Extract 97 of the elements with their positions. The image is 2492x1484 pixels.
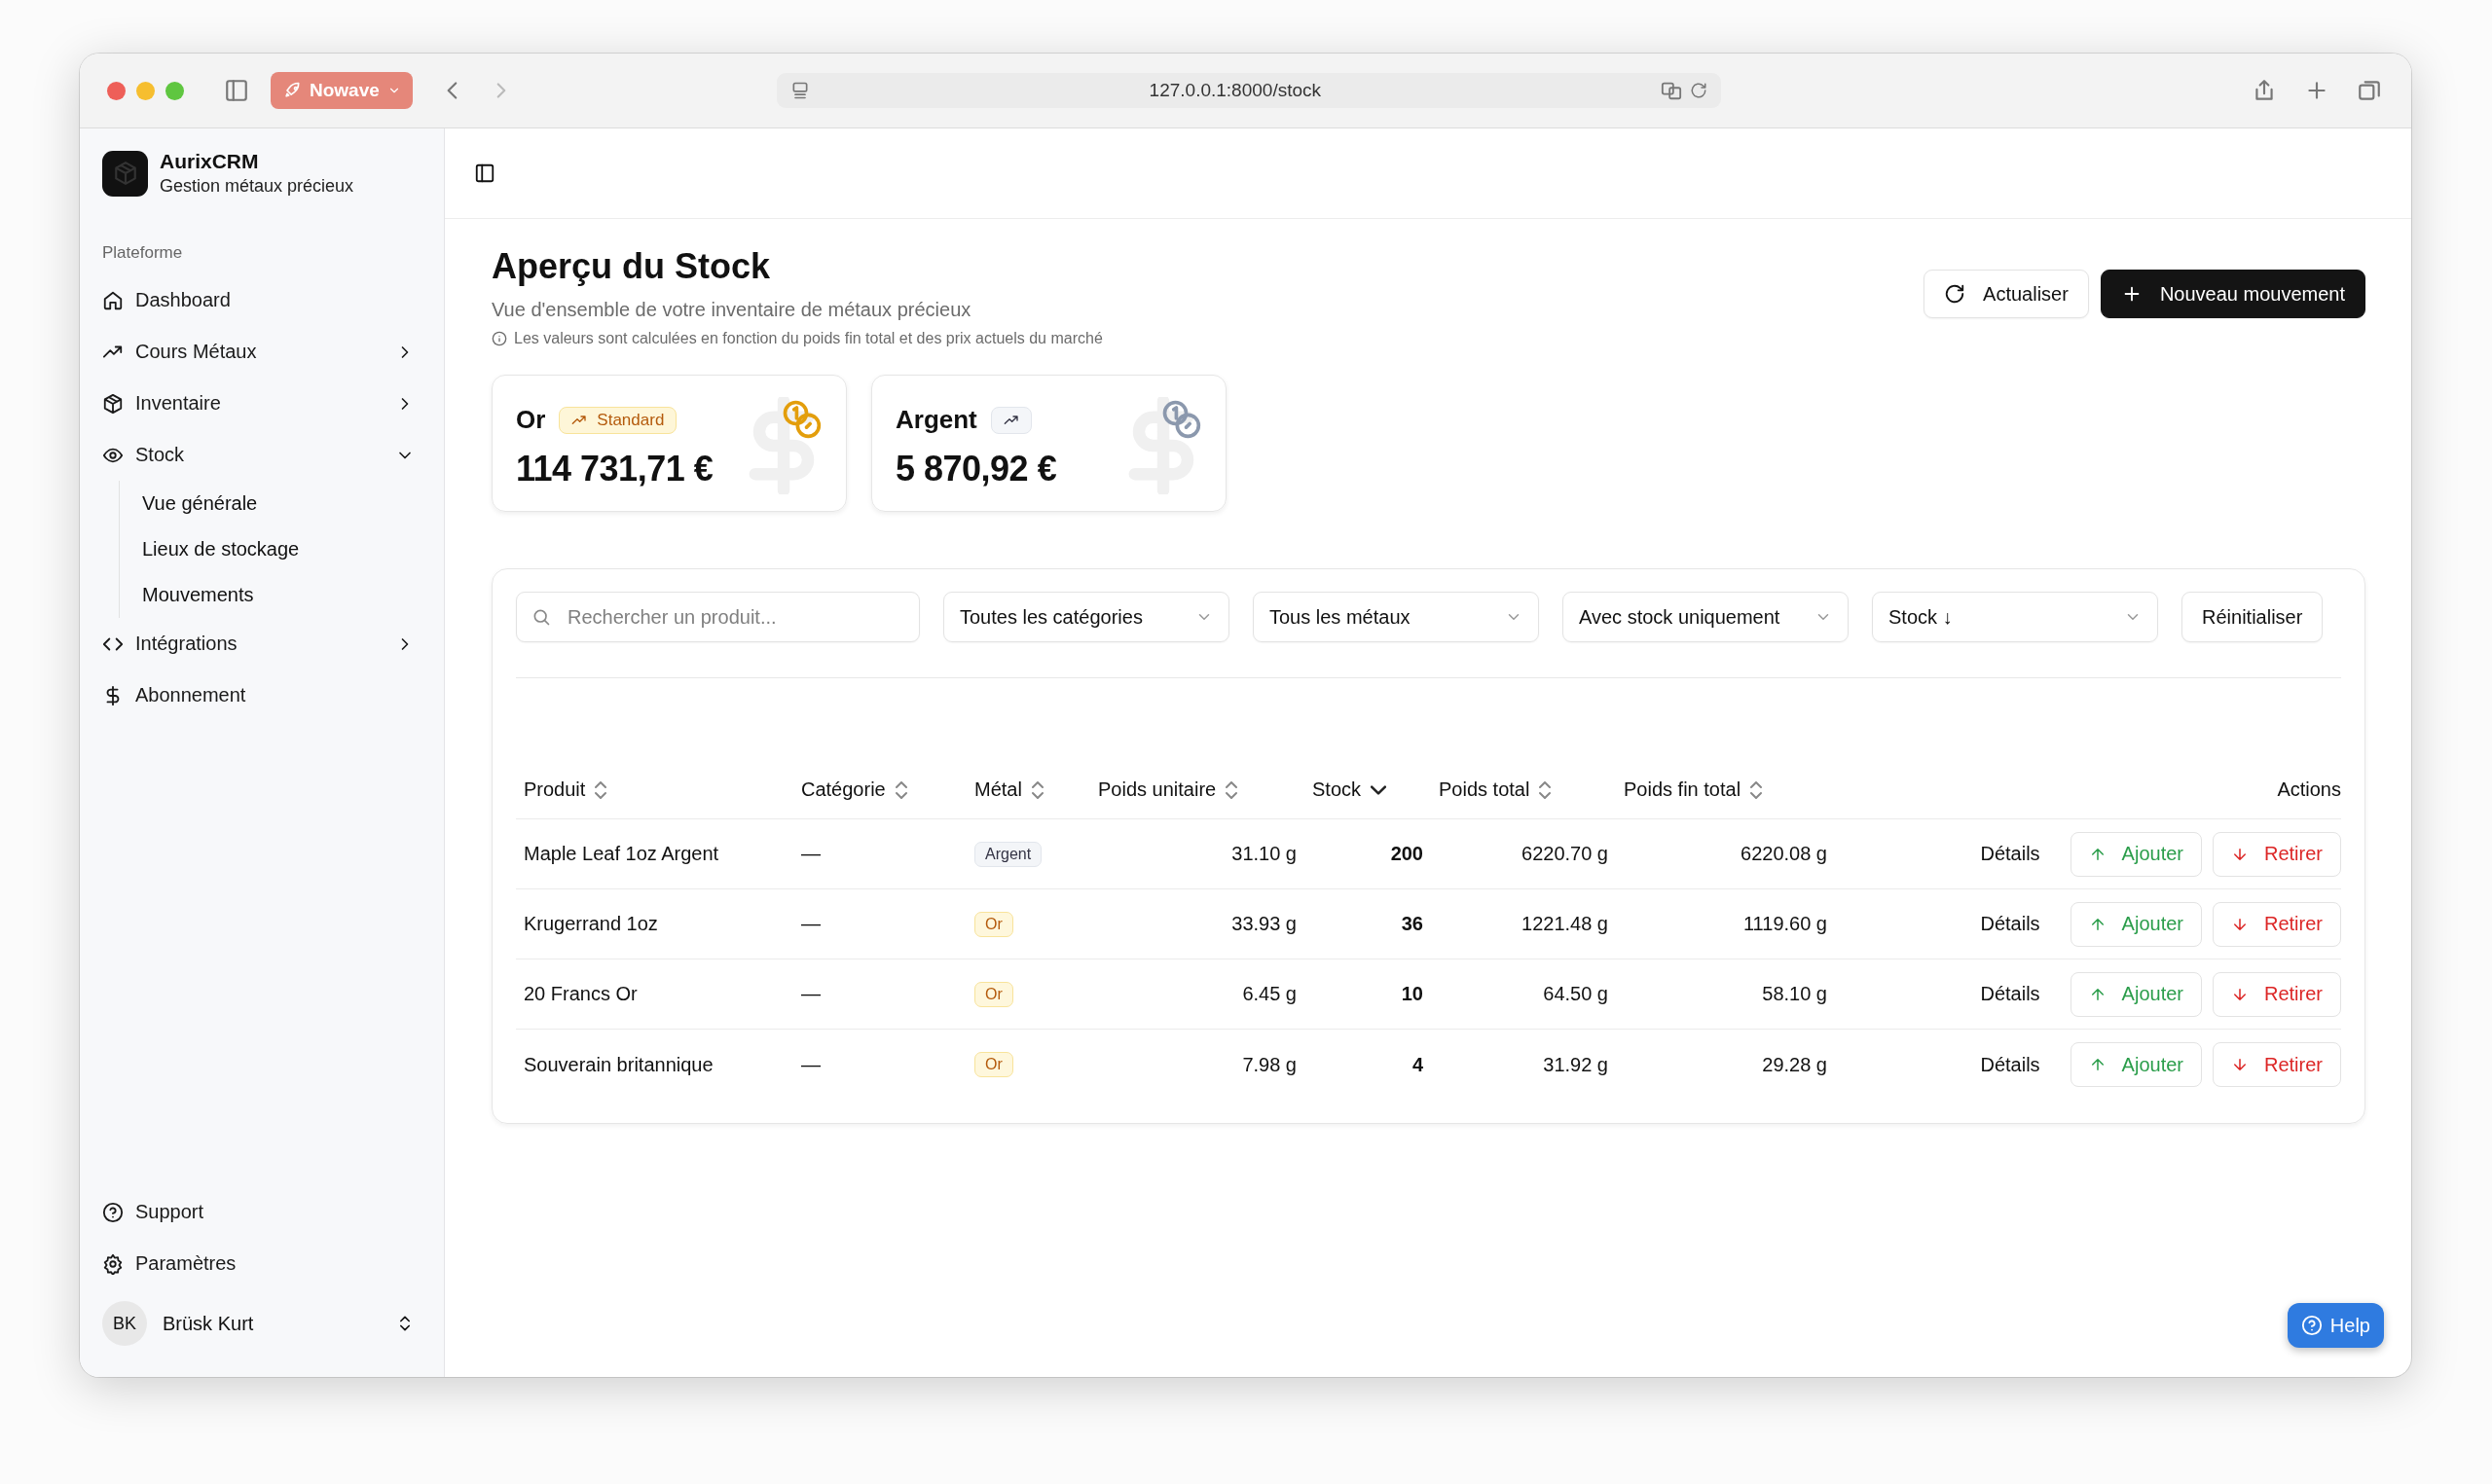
unit-weight-cell-text: 33.93 g (1230, 913, 1298, 935)
remove-button[interactable]: Retirer (2213, 831, 2341, 877)
column-header: Actions (2277, 778, 2341, 801)
rocket-icon (282, 81, 302, 100)
column-header[interactable]: Poids fin total (1624, 778, 1741, 801)
unit-weight-cell-text: 6.45 g (1241, 983, 1298, 1005)
translate-icon (1660, 80, 1682, 101)
sidebar-item[interactable]: Intégrations (102, 618, 428, 670)
details-button[interactable]: Détails (1964, 913, 2056, 935)
metal-name: Or (516, 405, 546, 435)
sidebar-subitem[interactable]: Lieux de stockage (142, 526, 428, 572)
sidebar-item[interactable]: Paramètres (102, 1238, 428, 1289)
unit-weight-cell-text: 31.10 g (1230, 843, 1298, 865)
stock-cell-text: 36 (1400, 913, 1424, 935)
fine-weight-cell-text: 6220.08 g (1740, 843, 1828, 865)
sidebar-toggle-icon (224, 78, 249, 103)
column-header[interactable]: Métal (974, 778, 1022, 801)
search-icon (531, 607, 551, 627)
stock-cell-text: 200 (1389, 843, 1424, 865)
sidebar-item[interactable]: Inventaire (102, 378, 428, 429)
column-header[interactable]: Produit (524, 778, 586, 801)
sidebar-item[interactable]: Dashboard (102, 274, 428, 326)
unit-weight-cell-text: 7.98 g (1241, 1053, 1298, 1076)
page-subtitle: Vue d'ensemble de votre inventaire de métaux précieux (492, 299, 972, 321)
sidebar-subitem[interactable]: Mouvements (142, 572, 428, 618)
search-field[interactable]: Rechercher un produit... (516, 592, 920, 642)
fine-weight-cell-text: 29.28 g (1761, 1053, 1828, 1076)
filter-dropdown[interactable]: Toutes les catégories (943, 592, 1229, 642)
reload-icon (1689, 82, 1707, 99)
info-note: Les valeurs sont calculées en fonction du poids fin total et des prix actuels du marché (514, 330, 1103, 347)
metal-tag: Argent (974, 841, 1043, 867)
metal-value: 114 731,71 € (516, 449, 715, 489)
remove-button[interactable]: Retirer (2213, 901, 2341, 947)
home-icon (102, 289, 124, 311)
maximize-button[interactable] (165, 81, 184, 100)
section-label: Plateforme (102, 243, 184, 263)
details-button[interactable]: Détails (1964, 983, 2056, 1005)
filter-dropdown[interactable]: Avec stock uniquement (1562, 592, 1849, 642)
sidebar-item[interactable]: Support (102, 1186, 428, 1238)
metal-name: Argent (896, 405, 977, 435)
sidebar-item[interactable]: Stock (102, 429, 428, 481)
help-icon (102, 1201, 124, 1223)
fine-weight-cell-text: 58.10 g (1761, 983, 1828, 1005)
new-movement-button[interactable]: Nouveau mouvement (2100, 270, 2365, 318)
settings-icon (102, 1252, 124, 1275)
remove-button[interactable]: Retirer (2213, 971, 2341, 1017)
total-weight-cell-text: 1221.48 g (1521, 913, 1609, 935)
stock-cell-text: 4 (1411, 1053, 1424, 1076)
sidebar-item[interactable]: Abonnement (102, 670, 428, 721)
trend-badge: Standard (559, 406, 678, 434)
user-avatar: BK (102, 1301, 147, 1346)
help-button[interactable]: Help (2287, 1303, 2384, 1348)
refresh-button[interactable]: Actualiser (1924, 270, 2089, 318)
address-bar[interactable]: 127.0.0.1:8000/stock (776, 73, 1721, 108)
category-cell-text: — (800, 1053, 822, 1076)
details-button[interactable]: Détails (1964, 1053, 2056, 1076)
reset-button[interactable]: Réinitialiser (2181, 592, 2324, 642)
column-header[interactable]: Poids unitaire (1098, 778, 1217, 801)
product-cell-text: 20 Francs Or (523, 983, 639, 1005)
sidebar-item[interactable]: Cours Métaux (102, 326, 428, 378)
metal-tag: Or (974, 1052, 1013, 1077)
category-cell-text: — (800, 983, 822, 1005)
metal-tag: Or (974, 981, 1013, 1007)
details-button[interactable]: Détails (1964, 843, 2056, 865)
total-weight-cell-text: 64.50 g (1542, 983, 1609, 1005)
column-header[interactable]: Catégorie (801, 778, 886, 801)
help-icon (2300, 1315, 2323, 1336)
close-button[interactable] (107, 81, 126, 100)
page-title: Aperçu du Stock (492, 246, 772, 287)
minimize-button[interactable] (136, 81, 155, 100)
metal-value: 5 870,92 € (896, 449, 1058, 489)
category-cell-text: — (800, 913, 822, 935)
remove-button[interactable]: Retirer (2213, 1042, 2341, 1087)
product-cell-text: Krugerrand 1oz (523, 913, 659, 935)
sidebar-subitem[interactable]: Vue générale (142, 481, 428, 526)
metal-tag: Or (974, 911, 1013, 937)
box-icon (102, 392, 124, 415)
fine-weight-cell-text: 1119.60 g (1742, 913, 1828, 935)
product-cell-text: Maple Leaf 1oz Argent (523, 843, 720, 865)
brand-subtitle: Gestion métaux précieux (160, 176, 354, 197)
filter-dropdown[interactable]: Tous les métaux (1253, 592, 1539, 642)
user-menu[interactable]: BK Brüsk Kurt (102, 1289, 428, 1357)
sidebar-toggle-icon (474, 163, 495, 184)
product-cell-text: Souverain britannique (523, 1053, 715, 1076)
column-header[interactable]: Poids total (1439, 778, 1530, 801)
info-icon (492, 331, 507, 346)
column-header[interactable]: Stock (1312, 778, 1362, 801)
tab-overview-icon (2357, 78, 2382, 103)
total-weight-cell-text: 31.92 g (1542, 1053, 1609, 1076)
brand-name: AurixCRM (160, 150, 260, 173)
cube-icon (112, 161, 138, 186)
category-cell-text: — (800, 843, 822, 865)
stock-cell-text: 10 (1400, 983, 1424, 1005)
refresh-icon (1944, 283, 1966, 305)
total-weight-cell-text: 6220.70 g (1521, 843, 1609, 865)
filter-dropdown[interactable]: Stock ↓ (1872, 592, 2158, 642)
arrow-down-icon (2231, 1056, 2249, 1073)
